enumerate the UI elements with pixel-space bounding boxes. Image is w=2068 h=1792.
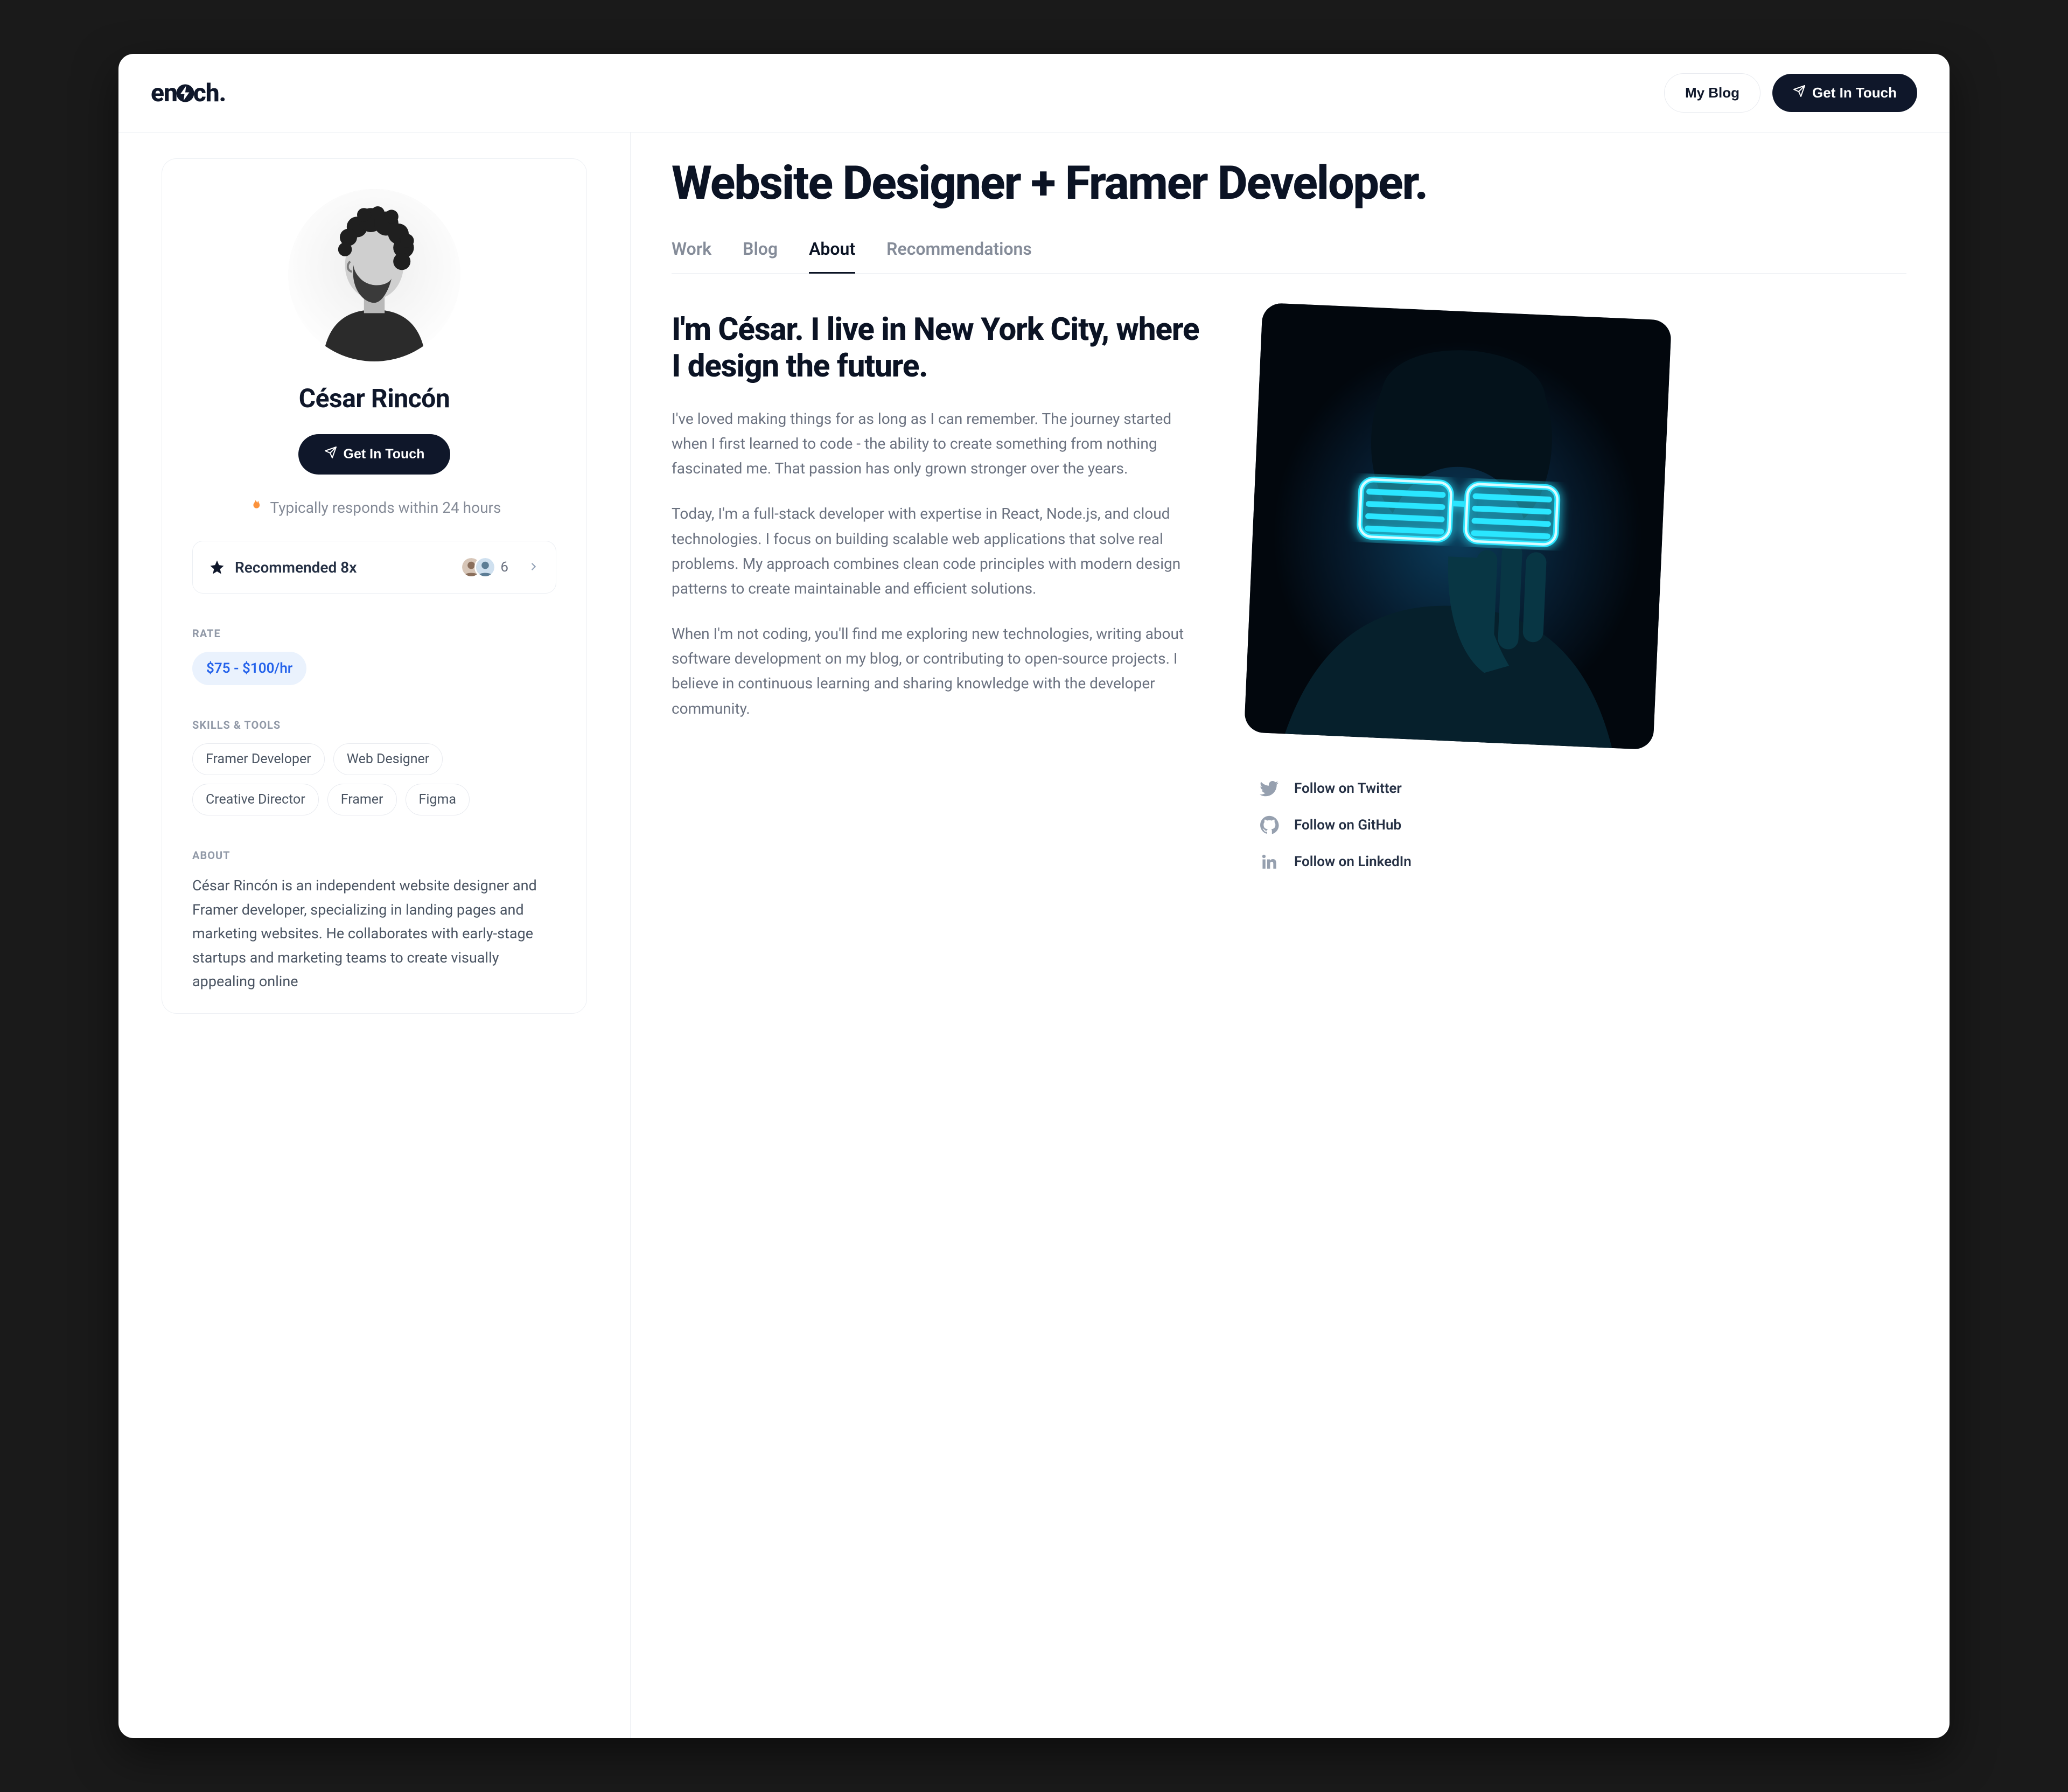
github-link[interactable]: Follow on GitHub xyxy=(1260,815,1662,835)
recommended-card[interactable]: Recommended 8x 6 xyxy=(192,541,556,594)
response-time-text: Typically responds within 24 hours xyxy=(270,499,501,517)
page-title: Website Designer + Framer Developer. xyxy=(672,158,1906,208)
rate-value: $75 - $100/hr xyxy=(192,652,306,685)
twitter-link[interactable]: Follow on Twitter xyxy=(1260,779,1662,798)
sidebar-contact-label: Get In Touch xyxy=(344,447,425,462)
about-section-label: ABOUT xyxy=(192,849,230,862)
nav-actions: My Blog Get In Touch xyxy=(1664,73,1917,113)
sidebar: César Rincón Get In Touch Typically resp… xyxy=(118,133,630,1738)
linkedin-link[interactable]: Follow on LinkedIn xyxy=(1260,852,1662,871)
my-blog-button[interactable]: My Blog xyxy=(1664,73,1760,113)
tab-recommendations[interactable]: Recommendations xyxy=(886,239,1032,273)
rate-section-label: RATE xyxy=(192,627,221,640)
app-window: en ch. My Blog Get In Touch xyxy=(118,54,1950,1738)
recommended-label: Recommended 8x xyxy=(235,559,357,576)
skills-section-label: SKILLS & TOOLS xyxy=(192,719,281,731)
skill-chip[interactable]: Figma xyxy=(406,784,470,815)
star-icon xyxy=(209,559,225,575)
github-icon xyxy=(1260,815,1279,835)
skills-chips: Framer Developer Web Designer Creative D… xyxy=(192,743,556,815)
profile-name: César Rincón xyxy=(299,383,450,414)
lightning-icon xyxy=(177,83,193,103)
tab-work[interactable]: Work xyxy=(672,239,711,273)
topbar: en ch. My Blog Get In Touch xyxy=(118,54,1950,133)
article-heading: I'm César. I live in New York City, wher… xyxy=(672,311,1199,385)
get-in-touch-button[interactable]: Get In Touch xyxy=(1772,74,1917,112)
tabs: Work Blog About Recommendations xyxy=(672,239,1906,274)
profile-card: César Rincón Get In Touch Typically resp… xyxy=(162,158,587,1014)
tab-blog[interactable]: Blog xyxy=(743,239,778,273)
paper-plane-icon xyxy=(1793,85,1806,101)
twitter-label: Follow on Twitter xyxy=(1294,780,1402,797)
twitter-icon xyxy=(1260,779,1279,798)
github-label: Follow on GitHub xyxy=(1294,817,1401,833)
tab-about[interactable]: About xyxy=(809,239,855,273)
paper-plane-icon xyxy=(324,446,337,463)
logo-text-left: en xyxy=(151,79,177,108)
response-time: Typically responds within 24 hours xyxy=(248,498,501,517)
hero-image xyxy=(1244,303,1672,750)
chevron-right-icon xyxy=(528,559,540,576)
body: César Rincón Get In Touch Typically resp… xyxy=(118,133,1950,1738)
about-text: César Rincón is an independent website d… xyxy=(192,874,556,994)
linkedin-icon xyxy=(1260,852,1279,871)
skill-chip[interactable]: Framer xyxy=(327,784,397,815)
recommended-avatars: 6 xyxy=(460,556,518,578)
content-row: I'm César. I live in New York City, wher… xyxy=(672,311,1906,871)
article-paragraph: I've loved making things for as long as … xyxy=(672,407,1199,482)
mini-avatar xyxy=(474,556,496,578)
sidebar-contact-button[interactable]: Get In Touch xyxy=(298,434,451,475)
main: Website Designer + Framer Developer. Wor… xyxy=(630,133,1950,1738)
social-links: Follow on Twitter Follow on GitHub xyxy=(1253,779,1662,871)
my-blog-label: My Blog xyxy=(1685,85,1739,101)
article: I'm César. I live in New York City, wher… xyxy=(672,311,1199,871)
get-in-touch-label: Get In Touch xyxy=(1812,85,1897,101)
skill-chip[interactable]: Web Designer xyxy=(333,743,443,775)
skill-chip[interactable]: Framer Developer xyxy=(192,743,325,775)
article-paragraph: When I'm not coding, you'll find me expl… xyxy=(672,622,1199,721)
fire-icon xyxy=(248,498,263,517)
logo-text-right: ch. xyxy=(193,79,226,108)
linkedin-label: Follow on LinkedIn xyxy=(1294,854,1412,870)
article-paragraph: Today, I'm a full-stack developer with e… xyxy=(672,501,1199,601)
recommended-overflow-count: 6 xyxy=(500,559,508,575)
logo[interactable]: en ch. xyxy=(151,79,226,108)
aside: Follow on Twitter Follow on GitHub xyxy=(1253,311,1662,871)
avatar xyxy=(288,189,460,361)
skill-chip[interactable]: Creative Director xyxy=(192,784,319,815)
